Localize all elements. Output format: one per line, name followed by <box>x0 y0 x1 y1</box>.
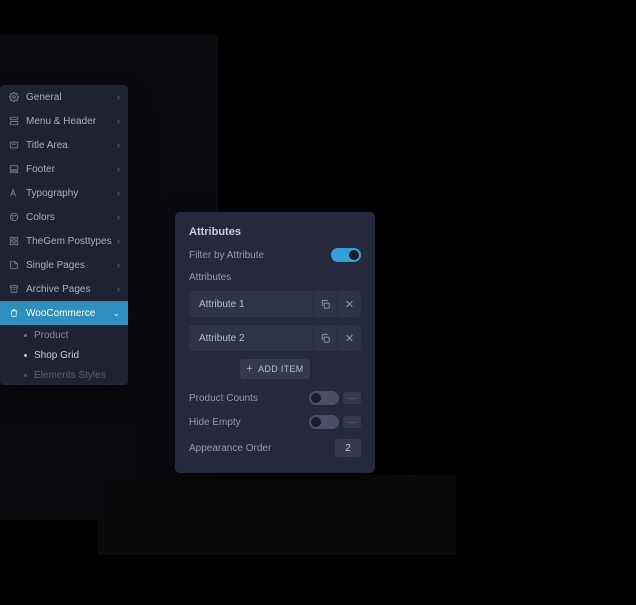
sidebar-item-label: Typography <box>26 188 117 199</box>
sidebar-item-typography[interactable]: Typography › <box>0 181 128 205</box>
sidebar-item-label: Archive Pages <box>26 284 117 295</box>
sidebar-sub-label: Elements Styles <box>34 370 106 381</box>
chevron-right-icon: › <box>117 260 120 270</box>
sidebar-sub-label: Shop Grid <box>34 350 79 361</box>
bullet-icon <box>24 374 27 377</box>
hide-empty-toggle[interactable] <box>309 415 339 429</box>
archive-icon <box>8 283 20 295</box>
sidebar-sub-product[interactable]: Product <box>0 325 128 345</box>
chevron-right-icon: › <box>117 188 120 198</box>
sidebar-item-label: Title Area <box>26 140 117 151</box>
sidebar-item-colors[interactable]: Colors › <box>0 205 128 229</box>
more-icon[interactable]: ··· <box>343 392 361 404</box>
sidebar-item-label: Menu & Header <box>26 116 117 127</box>
add-item-label: ADD ITEM <box>258 364 303 374</box>
sidebar-item-woocommerce[interactable]: WooCommerce ⌄ <box>0 301 128 325</box>
sidebar-item-label: Colors <box>26 212 117 223</box>
sidebar-item-menu-header[interactable]: Menu & Header › <box>0 109 128 133</box>
chevron-right-icon: › <box>117 164 120 174</box>
sidebar-item-archive-pages[interactable]: Archive Pages › <box>0 277 128 301</box>
appearance-order-label: Appearance Order <box>189 443 335 454</box>
attributes-panel: Attributes Filter by Attribute Attribute… <box>175 212 375 473</box>
chevron-right-icon: › <box>117 212 120 222</box>
sidebar-item-footer[interactable]: Footer › <box>0 157 128 181</box>
filter-by-attribute-toggle[interactable] <box>331 248 361 262</box>
attribute-item: Attribute 1 ✕ <box>189 291 361 317</box>
chevron-right-icon: › <box>117 236 120 246</box>
plus-icon: + <box>246 363 253 375</box>
sidebar-item-title-area[interactable]: Title Area › <box>0 133 128 157</box>
appearance-order-input[interactable]: 2 <box>335 439 361 457</box>
attribute-name[interactable]: Attribute 1 <box>189 299 313 310</box>
chevron-right-icon: › <box>117 116 120 126</box>
chevron-right-icon: › <box>117 140 120 150</box>
panel-title: Attributes <box>189 226 361 238</box>
attribute-item: Attribute 2 ✕ <box>189 325 361 351</box>
bag-icon <box>8 307 20 319</box>
add-item-button[interactable]: + ADD ITEM <box>240 359 310 379</box>
title-icon <box>8 139 20 151</box>
sidebar-item-general[interactable]: General › <box>0 85 128 109</box>
grid-icon <box>8 235 20 247</box>
attribute-name[interactable]: Attribute 2 <box>189 333 313 344</box>
text-icon <box>8 187 20 199</box>
layout-icon <box>8 115 20 127</box>
attributes-section-label: Attributes <box>189 272 361 283</box>
gear-icon <box>8 91 20 103</box>
copy-icon[interactable] <box>313 325 337 351</box>
more-icon[interactable]: ··· <box>343 416 361 428</box>
sidebar-sub-label: Product <box>34 330 68 341</box>
copy-icon[interactable] <box>313 291 337 317</box>
chevron-right-icon: › <box>117 92 120 102</box>
sidebar-item-label: TheGem Posttypes <box>26 236 117 247</box>
sidebar-item-label: WooCommerce <box>26 308 112 319</box>
footer-icon <box>8 163 20 175</box>
sidebar-item-label: Footer <box>26 164 117 175</box>
product-counts-toggle[interactable] <box>309 391 339 405</box>
product-counts-label: Product Counts <box>189 393 309 404</box>
bullet-icon <box>24 354 27 357</box>
palette-icon <box>8 211 20 223</box>
sidebar-item-posttypes[interactable]: TheGem Posttypes › <box>0 229 128 253</box>
bullet-icon <box>24 334 27 337</box>
close-icon[interactable]: ✕ <box>337 325 361 351</box>
page-icon <box>8 259 20 271</box>
filter-by-attribute-label: Filter by Attribute <box>189 250 331 261</box>
sidebar-sub-shop-grid[interactable]: Shop Grid <box>0 345 128 365</box>
close-icon[interactable]: ✕ <box>337 291 361 317</box>
sidebar-item-single-pages[interactable]: Single Pages › <box>0 253 128 277</box>
sidebar-item-label: General <box>26 92 117 103</box>
chevron-right-icon: › <box>117 284 120 294</box>
sidebar-sub-elements-styles[interactable]: Elements Styles <box>0 365 128 385</box>
hide-empty-label: Hide Empty <box>189 417 309 428</box>
sidebar-item-label: Single Pages <box>26 260 117 271</box>
sidebar: General › Menu & Header › Title Area › F… <box>0 85 128 385</box>
chevron-down-icon: ⌄ <box>112 308 120 319</box>
